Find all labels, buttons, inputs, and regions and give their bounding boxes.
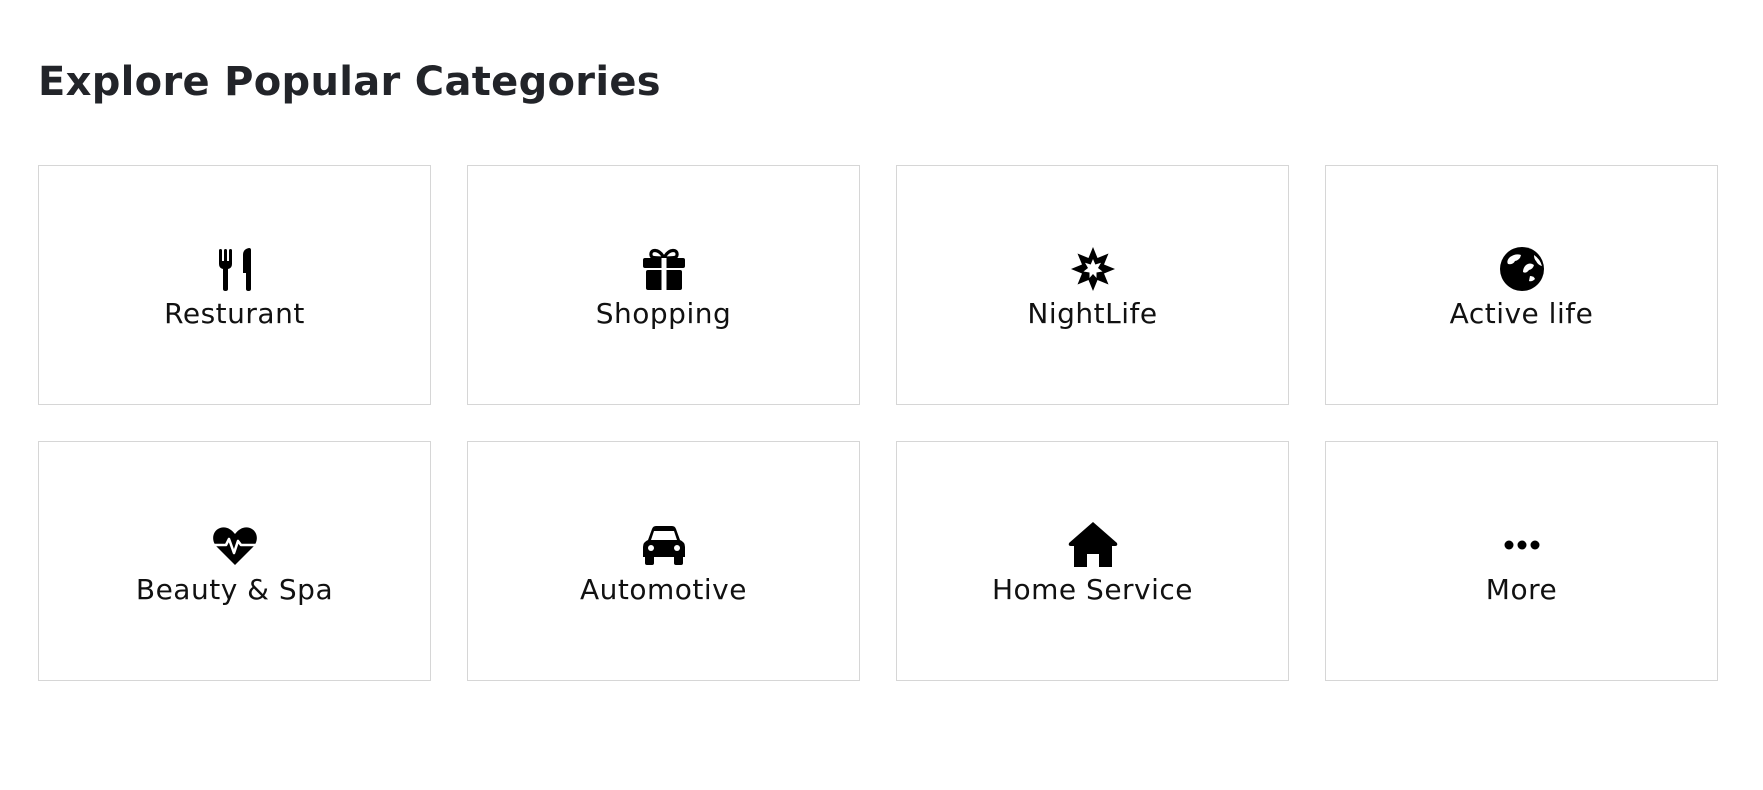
category-label: Home Service [991,573,1194,607]
category-label: Automotive [580,573,747,607]
car-icon [638,519,690,571]
category-label: Resturant [164,297,305,331]
category-card-automotive[interactable]: Automotive [467,441,860,681]
category-card-beauty-spa[interactable]: Beauty & Spa [38,441,431,681]
category-label: More [1485,573,1558,607]
category-label: Beauty & Spa [135,573,334,607]
category-card-more[interactable]: More [1325,441,1718,681]
categories-page: Explore Popular Categories Resturant Sho… [0,0,1763,790]
category-card-restaurant[interactable]: Resturant [38,165,431,405]
category-card-shopping[interactable]: Shopping [467,165,860,405]
home-icon [1067,519,1119,571]
burst-icon [1067,243,1119,295]
category-grid: Resturant Shopping NightLife Active life… [38,165,1718,681]
heartbeat-icon [209,519,261,571]
ellipsis-icon [1496,519,1548,571]
category-card-nightlife[interactable]: NightLife [896,165,1289,405]
category-card-active-life[interactable]: Active life [1325,165,1718,405]
globe-icon [1496,243,1548,295]
category-card-home-service[interactable]: Home Service [896,441,1289,681]
gift-icon [638,243,690,295]
category-label: Active life [1449,297,1594,331]
utensils-icon [209,243,261,295]
category-label: NightLife [1027,297,1158,331]
category-label: Shopping [595,297,732,331]
section-title: Explore Popular Categories [38,59,661,105]
